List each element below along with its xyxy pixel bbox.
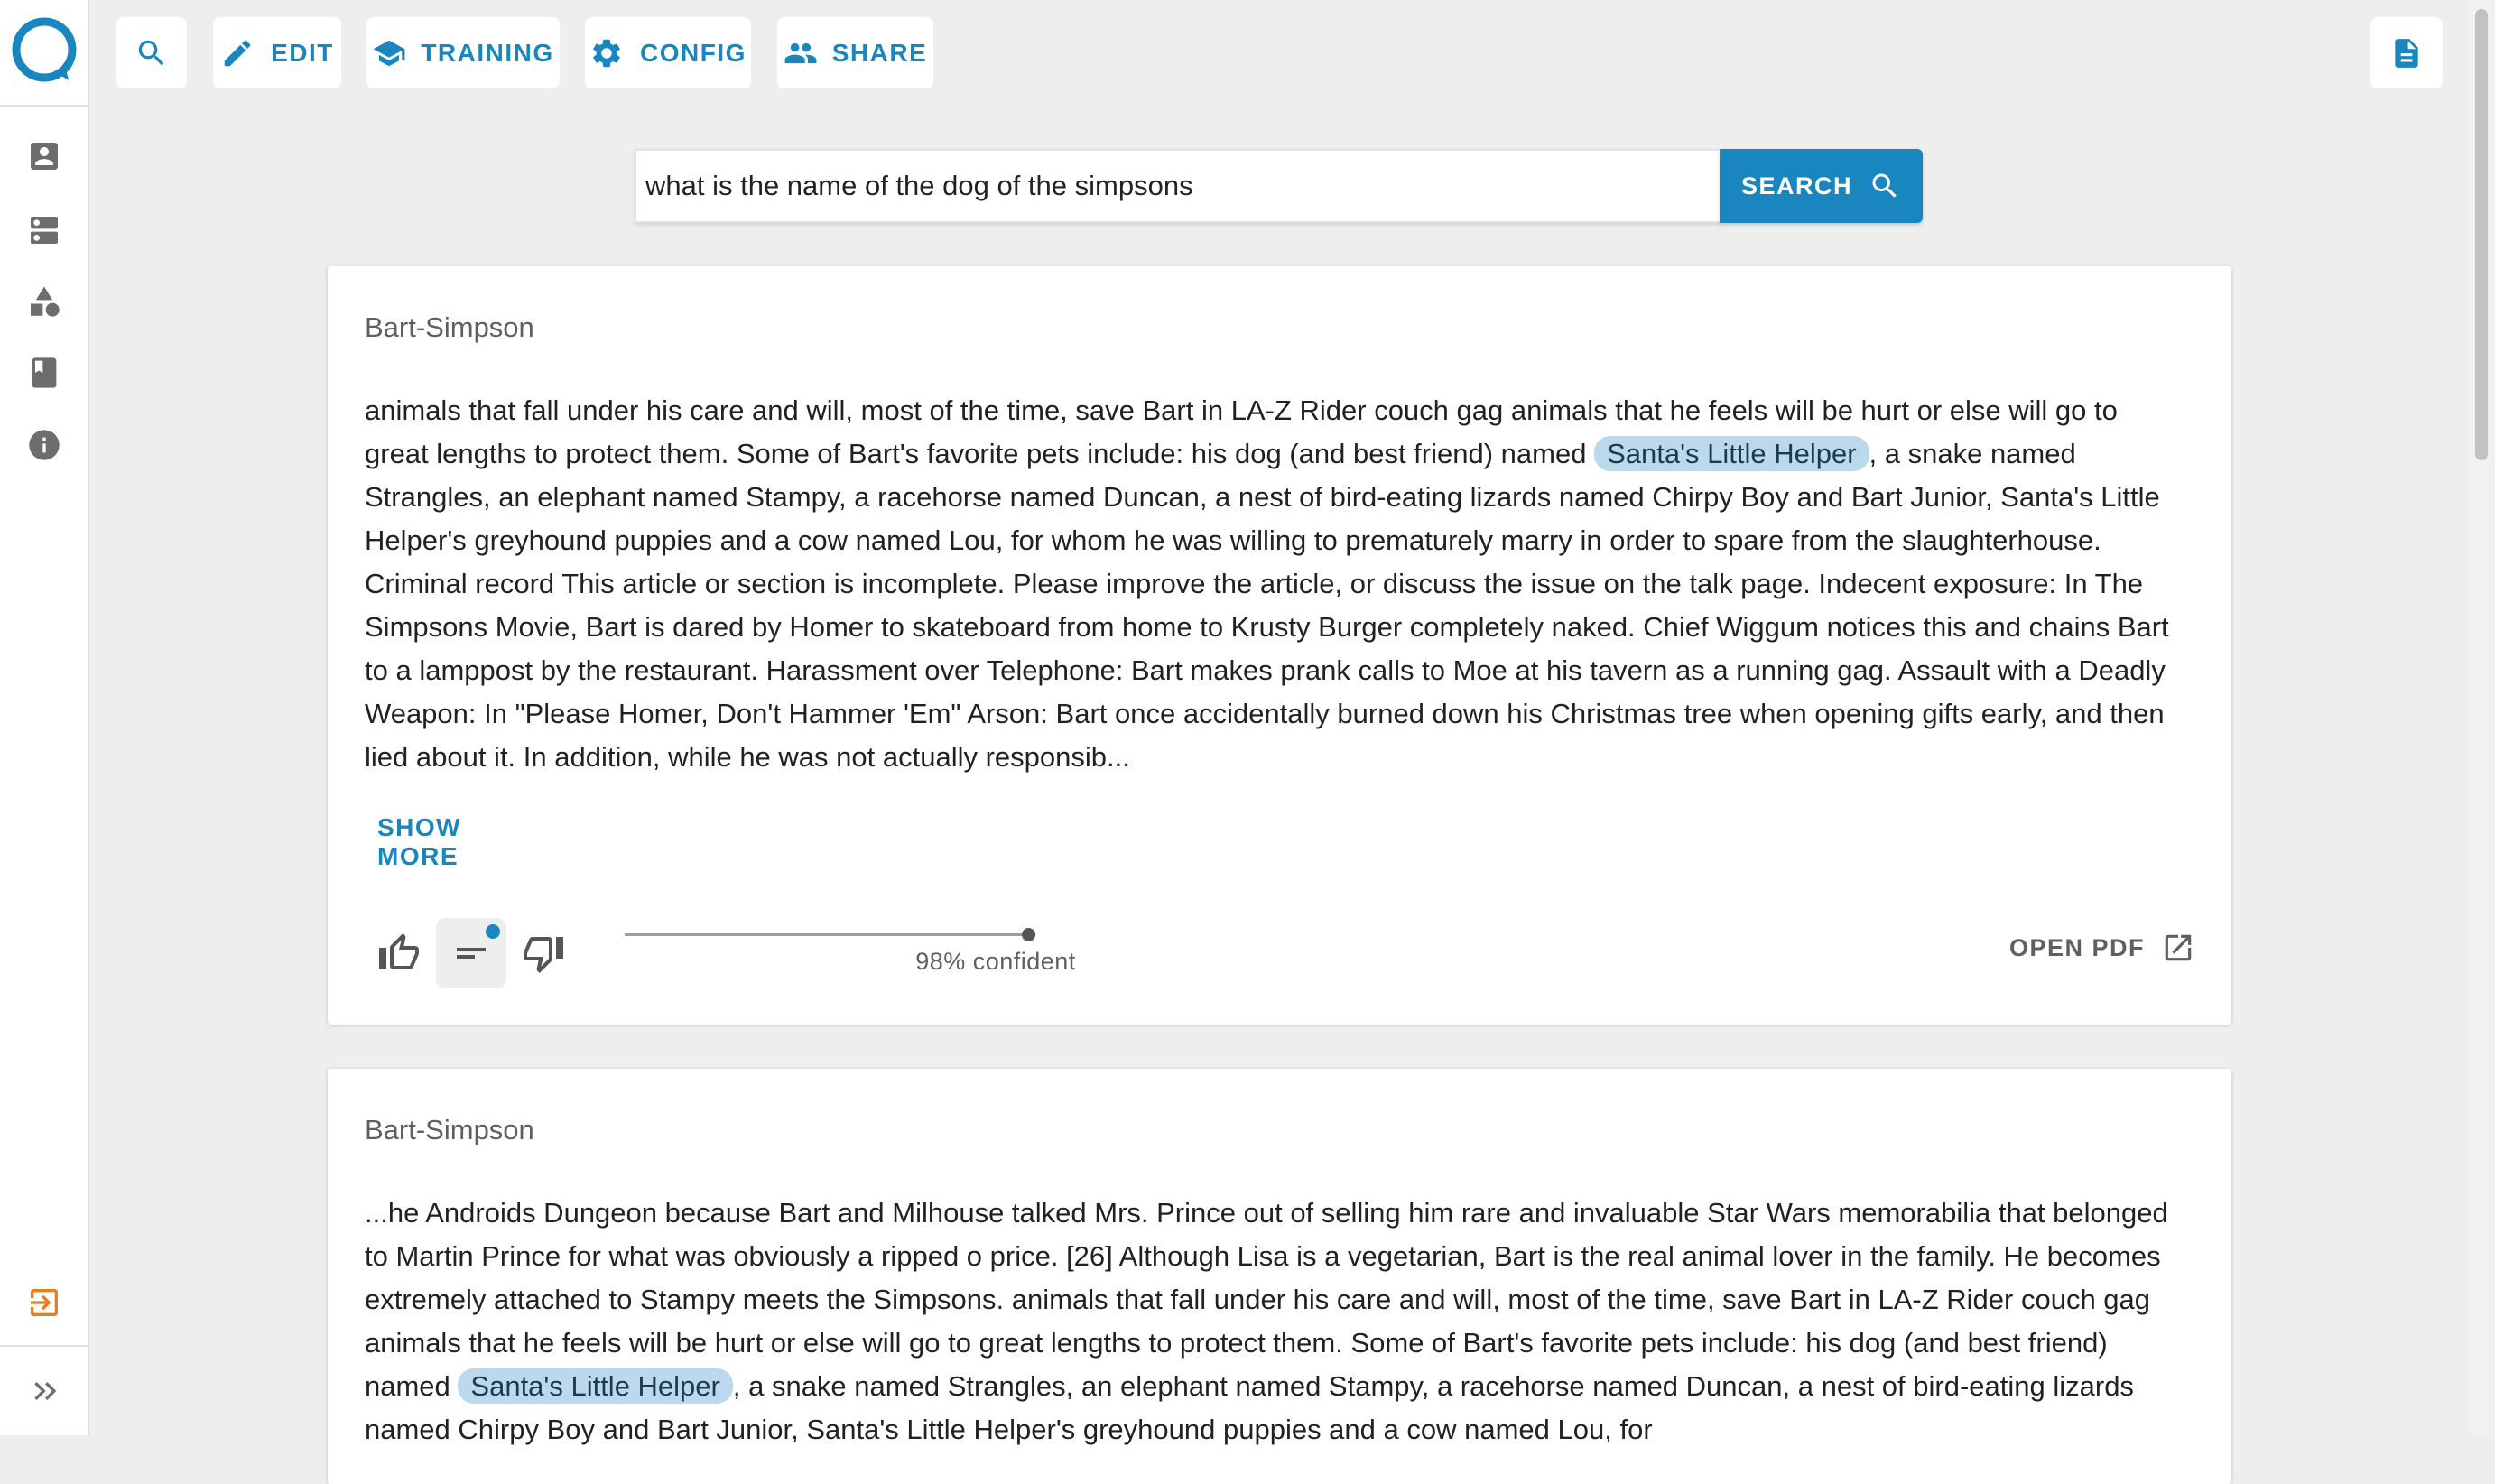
search-button-label: SEARCH bbox=[1740, 172, 1852, 199]
training-label: TRAINING bbox=[421, 38, 554, 67]
result-title: Bart-Simpson bbox=[365, 311, 534, 343]
logout-icon[interactable] bbox=[23, 1282, 65, 1323]
thumb-down-button[interactable] bbox=[508, 918, 579, 988]
confidence-bar bbox=[625, 928, 1036, 941]
open-pdf-label: OPEN PDF bbox=[2009, 933, 2146, 961]
sidebar-divider bbox=[0, 1345, 89, 1347]
open-pdf-button[interactable]: OPEN PDF bbox=[2009, 928, 2195, 968]
school-icon bbox=[373, 40, 405, 66]
neutral-feedback-button[interactable] bbox=[436, 918, 506, 988]
search-icon bbox=[138, 40, 164, 65]
config-button[interactable]: CONFIG bbox=[585, 17, 751, 88]
app-logo[interactable] bbox=[9, 15, 79, 86]
search-toggle-button[interactable] bbox=[116, 17, 187, 88]
open-in-new-icon bbox=[2165, 934, 2192, 961]
double-chevron-right-icon[interactable] bbox=[23, 1370, 65, 1412]
description-icon bbox=[2395, 38, 2418, 68]
search-input[interactable]: what is the name of the dog of the simps… bbox=[635, 149, 1721, 223]
info-icon[interactable] bbox=[23, 424, 65, 466]
result-text: ...he Androids Dungeon because Bart and … bbox=[365, 1192, 2188, 1452]
answer-highlight: Santa's Little Helper bbox=[1594, 436, 1869, 471]
edit-label: EDIT bbox=[271, 38, 334, 67]
result-card: Bart-Simpson ...he Androids Dungeon beca… bbox=[328, 1069, 2231, 1484]
confidence-marker bbox=[1021, 928, 1035, 941]
result-title: Bart-Simpson bbox=[365, 1114, 534, 1145]
scrollbar-thumb[interactable] bbox=[2475, 9, 2488, 460]
thumb-up-icon bbox=[379, 933, 419, 969]
document-button[interactable] bbox=[2370, 17, 2443, 88]
account-box-icon[interactable] bbox=[23, 135, 65, 177]
dns-icon[interactable] bbox=[23, 209, 65, 251]
share-button[interactable]: SHARE bbox=[777, 17, 933, 88]
book-icon[interactable] bbox=[23, 352, 65, 394]
sidebar-divider bbox=[0, 105, 89, 107]
thumb-down-icon bbox=[524, 937, 563, 973]
search-input-value: what is the name of the dog of the simps… bbox=[645, 170, 1193, 201]
short-text-icon bbox=[457, 948, 486, 959]
people-icon bbox=[784, 42, 817, 63]
pencil-icon bbox=[224, 40, 251, 66]
result-card: Bart-Simpson animals that fall under his… bbox=[328, 266, 2231, 1025]
gear-icon bbox=[593, 39, 620, 67]
share-label: SHARE bbox=[831, 38, 928, 67]
thumb-up-button[interactable] bbox=[364, 918, 434, 988]
confidence-fill bbox=[625, 933, 1028, 936]
sidebar bbox=[0, 0, 89, 1435]
show-more-button[interactable]: SHOW MORE bbox=[365, 813, 545, 870]
result-text-after: , a snake named Strangles, an elephant n… bbox=[365, 438, 2169, 773]
page-scrollbar[interactable] bbox=[2468, 0, 2495, 1435]
search-button[interactable]: SEARCH bbox=[1720, 149, 1923, 223]
answer-highlight: Santa's Little Helper bbox=[458, 1368, 733, 1404]
result-text: animals that fall under his care and wil… bbox=[365, 389, 2188, 779]
edit-button[interactable]: EDIT bbox=[213, 17, 341, 88]
selected-indicator bbox=[486, 924, 500, 939]
config-label: CONFIG bbox=[640, 38, 747, 67]
category-icon[interactable] bbox=[23, 281, 65, 322]
search-icon bbox=[1872, 173, 1897, 198]
confidence-label: 98% confident bbox=[915, 948, 1076, 975]
training-button[interactable]: TRAINING bbox=[366, 17, 560, 88]
